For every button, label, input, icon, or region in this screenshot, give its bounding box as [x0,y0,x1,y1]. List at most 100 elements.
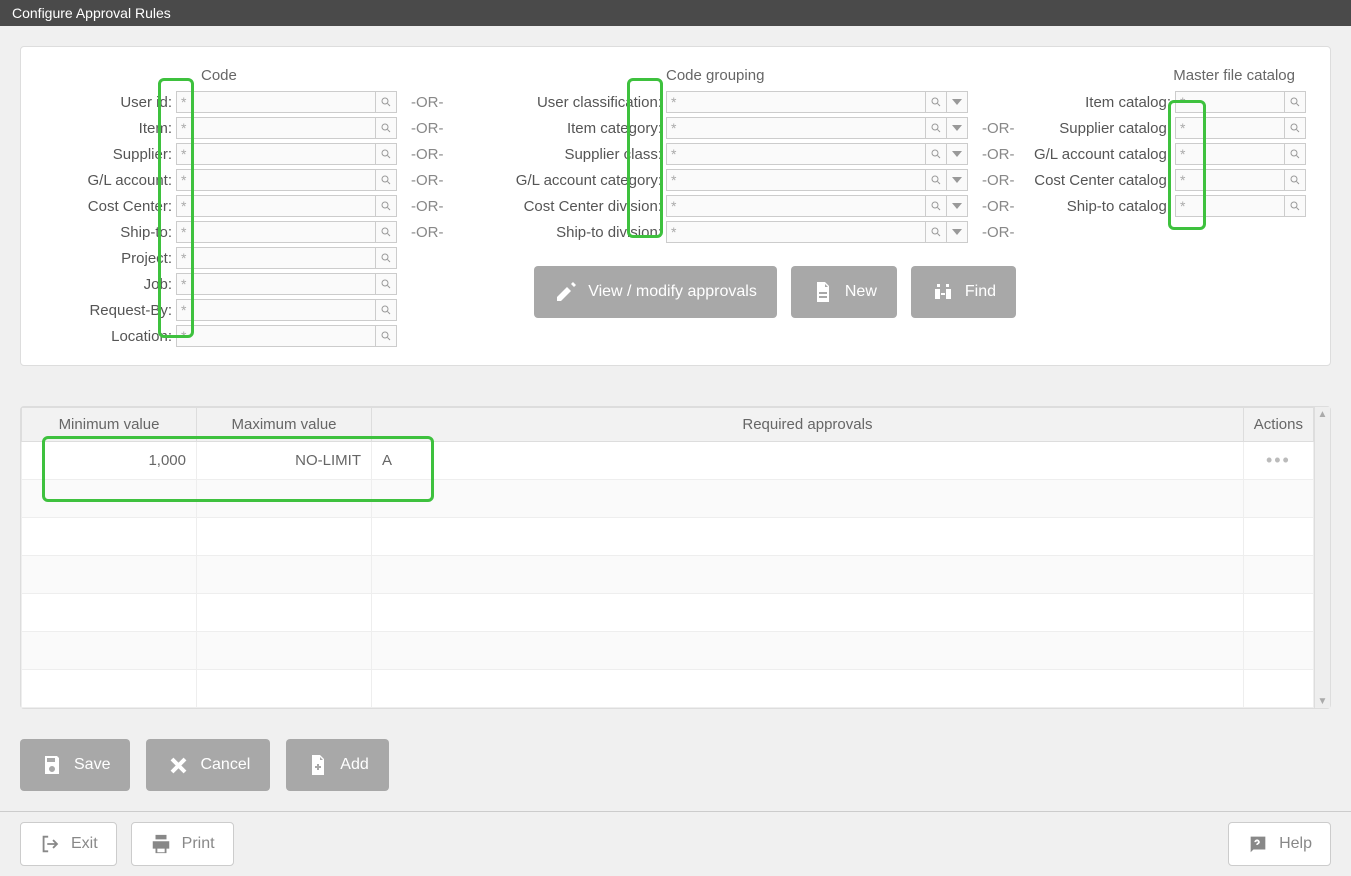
print-button[interactable]: Print [131,822,234,866]
dropdown-button[interactable] [946,117,968,139]
dropdown-button[interactable] [946,143,968,165]
lookup-button[interactable] [375,91,397,113]
code-label-9: Location: [36,328,176,345]
save-button[interactable]: Save [20,739,130,791]
exit-button[interactable]: Exit [20,822,117,866]
code-label-5: Ship-to: [36,224,176,241]
catalog-label-1: Supplier catalog: [1015,120,1175,137]
group-input-4[interactable] [666,195,926,217]
add-button[interactable]: Add [286,739,388,791]
catalog-input-3[interactable] [1175,169,1285,191]
code-input-6[interactable] [176,247,376,269]
code-input-4[interactable] [176,195,376,217]
dropdown-button[interactable] [946,91,968,113]
group-label-5: Ship-to division: [496,224,666,241]
code-input-9[interactable] [176,325,376,347]
footer-bar: Exit Print Help [0,811,1351,876]
code-input-5[interactable] [176,221,376,243]
catalog-label-4: Ship-to catalog: [1015,198,1175,215]
print-icon [150,833,172,855]
help-button[interactable]: Help [1228,822,1331,866]
lookup-button[interactable] [375,247,397,269]
catalog-label-0: Item catalog: [1015,94,1175,111]
lookup-button[interactable] [1284,117,1306,139]
lookup-button[interactable] [375,273,397,295]
group-label-3: G/L account category: [496,172,666,189]
code-label-6: Project: [36,250,176,267]
group-input-1[interactable] [666,117,926,139]
cell-min: 1,000 [22,442,197,480]
new-button[interactable]: New [791,266,897,318]
cell-max: NO-LIMIT [197,442,372,480]
add-icon [306,753,330,777]
catalog-header: Master file catalog [1015,67,1295,84]
dropdown-button[interactable] [946,221,968,243]
group-input-2[interactable] [666,143,926,165]
dropdown-button[interactable] [946,169,968,191]
or-text: -OR- [982,120,1015,137]
scroll-up-icon[interactable]: ▲ [1315,407,1330,421]
group-input-0[interactable] [666,91,926,113]
lookup-button[interactable] [375,325,397,347]
code-input-0[interactable] [176,91,376,113]
row-actions[interactable]: ••• [1243,442,1313,480]
help-icon [1247,833,1269,855]
cancel-button[interactable]: Cancel [146,739,270,791]
lookup-button[interactable] [1284,143,1306,165]
lookup-button[interactable] [925,143,947,165]
group-label-0: User classification: [496,94,666,111]
approvals-table: Minimum value Maximum value Required app… [21,407,1314,708]
lookup-button[interactable] [375,117,397,139]
group-label-2: Supplier class: [496,146,666,163]
lookup-button[interactable] [375,169,397,191]
lookup-button[interactable] [925,117,947,139]
table-row[interactable] [22,480,1314,518]
col-min: Minimum value [22,408,197,442]
more-icon: ••• [1266,450,1291,470]
table-row[interactable] [22,632,1314,670]
catalog-label-3: Cost Center catalog: [1015,172,1175,189]
code-input-2[interactable] [176,143,376,165]
table-scrollbar[interactable]: ▲ ▼ [1314,407,1330,708]
lookup-button[interactable] [925,221,947,243]
lookup-button[interactable] [375,195,397,217]
table-row[interactable] [22,556,1314,594]
edit-icon [554,280,578,304]
lookup-button[interactable] [1284,169,1306,191]
code-input-7[interactable] [176,273,376,295]
code-label-8: Request-By: [36,302,176,319]
lookup-button[interactable] [1284,195,1306,217]
table-row[interactable] [22,518,1314,556]
catalog-label-2: G/L account catalog: [1015,146,1175,163]
lookup-button[interactable] [1284,91,1306,113]
code-input-8[interactable] [176,299,376,321]
exit-icon [39,833,61,855]
code-header: Code [201,67,456,84]
lookup-button[interactable] [925,195,947,217]
scroll-down-icon[interactable]: ▼ [1315,694,1330,708]
catalog-input-1[interactable] [1175,117,1285,139]
table-row[interactable]: 1,000NO-LIMITA••• [22,442,1314,480]
table-row[interactable] [22,670,1314,708]
view-modify-approvals-button[interactable]: View / modify approvals [534,266,777,318]
catalog-input-2[interactable] [1175,143,1285,165]
code-input-1[interactable] [176,117,376,139]
dropdown-button[interactable] [946,195,968,217]
group-input-5[interactable] [666,221,926,243]
catalog-input-4[interactable] [1175,195,1285,217]
lookup-button[interactable] [925,91,947,113]
or-text: -OR- [411,94,444,111]
find-button[interactable]: Find [911,266,1016,318]
table-row[interactable] [22,594,1314,632]
lookup-button[interactable] [925,169,947,191]
lookup-button[interactable] [375,143,397,165]
code-input-3[interactable] [176,169,376,191]
lookup-button[interactable] [375,221,397,243]
or-text: -OR- [411,146,444,163]
catalog-input-0[interactable] [1175,91,1285,113]
window-title: Configure Approval Rules [0,0,1351,26]
or-text: -OR- [411,224,444,241]
lookup-button[interactable] [375,299,397,321]
group-input-3[interactable] [666,169,926,191]
code-label-3: G/L account: [36,172,176,189]
